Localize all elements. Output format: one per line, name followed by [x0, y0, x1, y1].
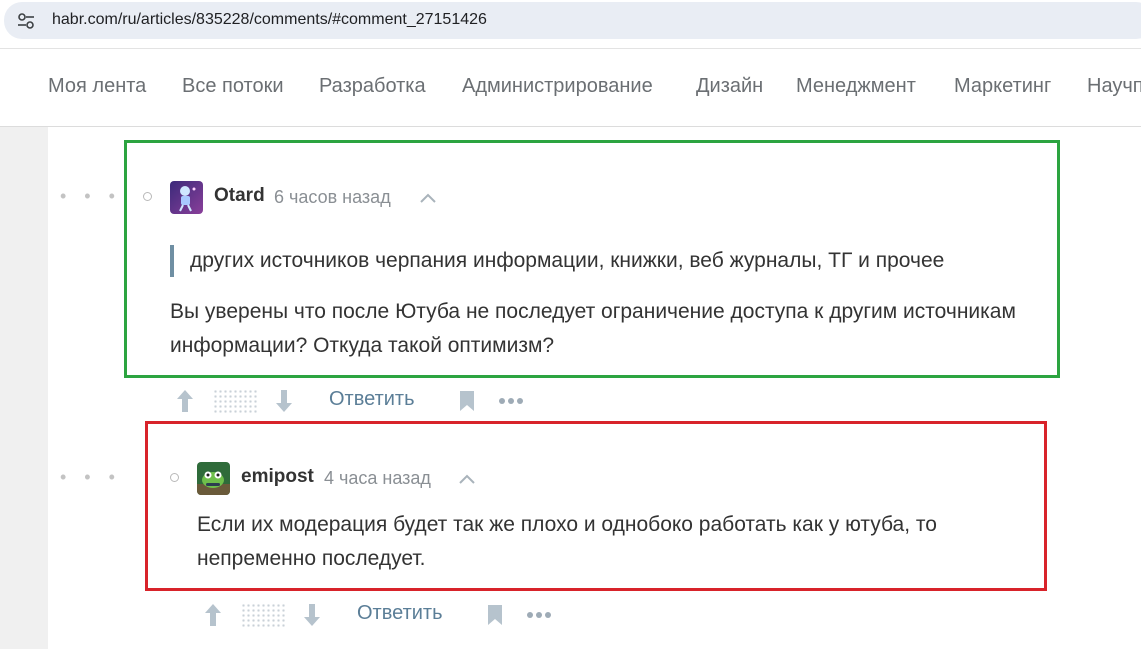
nav-item-all-flows[interactable]: Все потоки [182, 75, 284, 98]
nav-item-administration[interactable]: Администрирование [462, 75, 653, 98]
nav-item-popsci[interactable]: Научпоп [1087, 75, 1141, 98]
url-text[interactable]: habr.com/ru/articles/835228/comments/#co… [52, 11, 487, 29]
arrow-up-icon[interactable] [176, 388, 194, 414]
rating-score-placeholder [241, 603, 285, 627]
browser-toolbar: habr.com/ru/articles/835228/comments/#co… [0, 0, 1141, 48]
nav-item-my-feed[interactable]: Моя лента [48, 75, 146, 98]
thread-depth-dots: ••• [60, 467, 133, 487]
more-options-icon[interactable] [498, 397, 524, 405]
reply-button[interactable]: Ответить [329, 388, 415, 411]
more-options-icon[interactable] [526, 611, 552, 619]
arrow-down-icon[interactable] [303, 602, 321, 628]
highlight-green-frame [124, 140, 1060, 378]
nav-item-management[interactable]: Менеджмент [796, 75, 916, 98]
arrow-down-icon[interactable] [275, 388, 293, 414]
arrow-up-icon[interactable] [204, 602, 222, 628]
rating-score-placeholder [213, 389, 257, 413]
bookmark-icon[interactable] [459, 390, 475, 412]
nav-item-design[interactable]: Дизайн [696, 75, 763, 98]
nav-item-marketing[interactable]: Маркетинг [954, 75, 1051, 98]
hubs-navigation: Моя лента Все потоки Разработка Админист… [0, 48, 1141, 127]
address-bar[interactable]: habr.com/ru/articles/835228/comments/#co… [4, 2, 1141, 39]
reply-button[interactable]: Ответить [357, 602, 443, 625]
nav-item-development[interactable]: Разработка [319, 75, 426, 98]
site-settings-icon[interactable] [17, 12, 35, 30]
bookmark-icon[interactable] [487, 604, 503, 626]
highlight-red-frame [145, 421, 1047, 591]
thread-depth-dots: ••• [60, 186, 133, 206]
